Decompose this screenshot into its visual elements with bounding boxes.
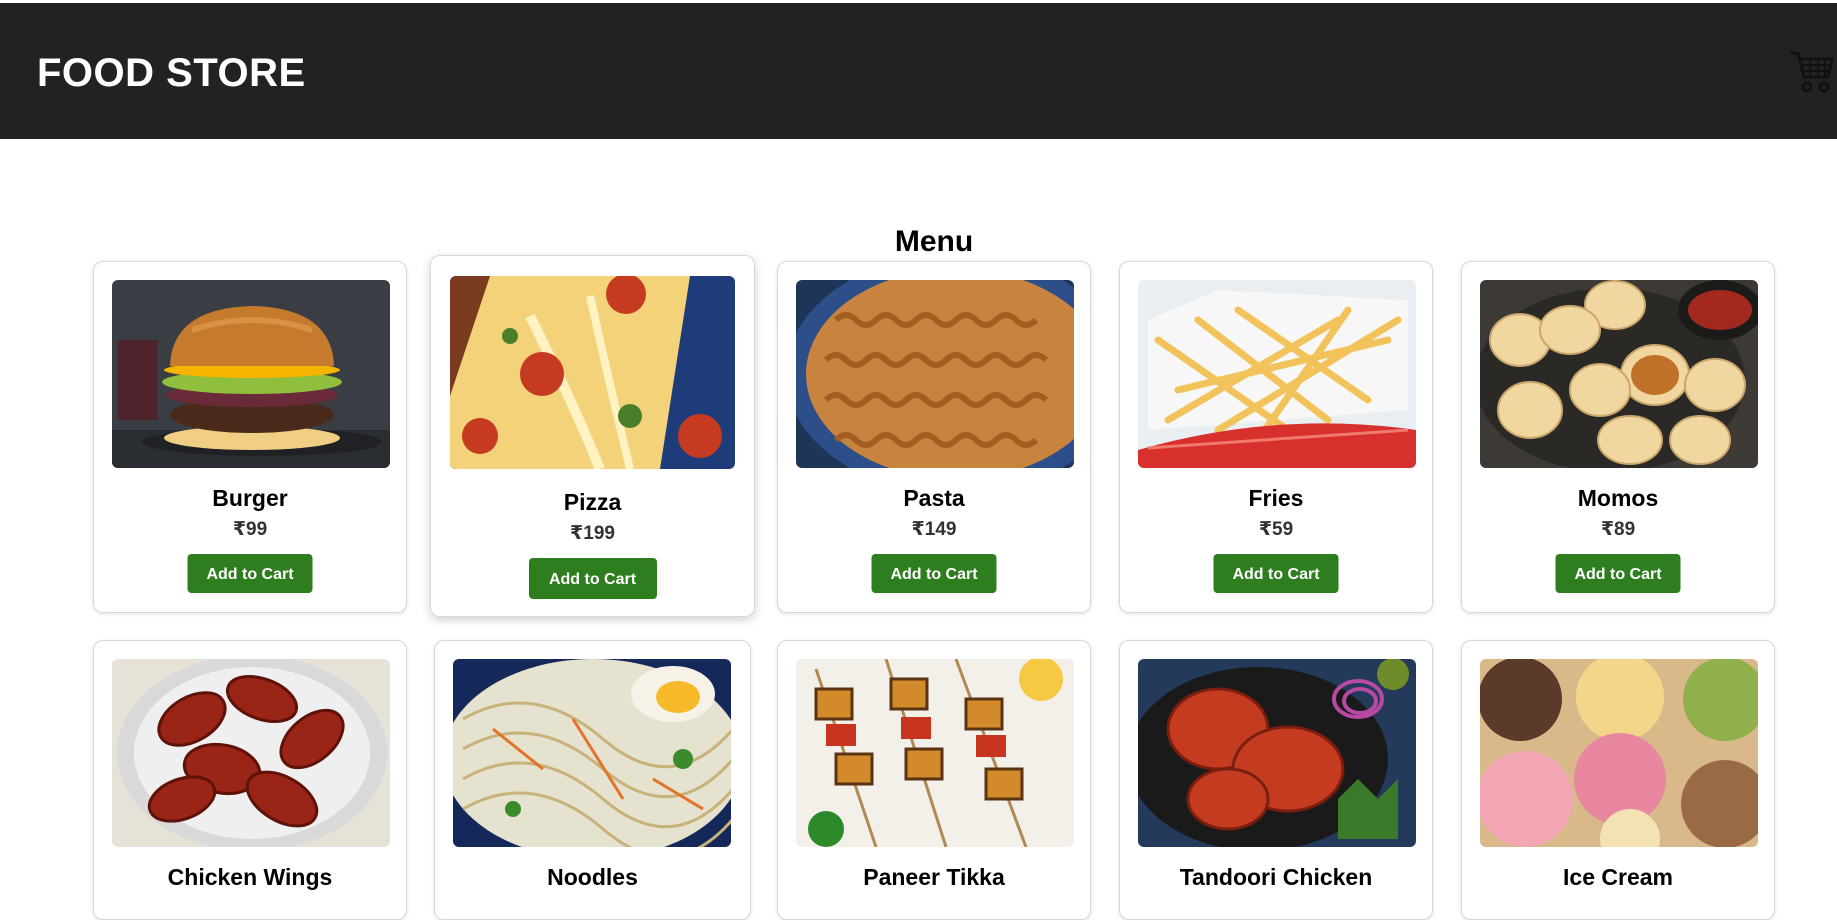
add-to-cart-button[interactable]: Add to Cart — [187, 554, 313, 593]
ice-cream-image — [1480, 659, 1758, 847]
brand-logo[interactable]: FOOD STORE — [37, 51, 306, 96]
product-name: Noodles — [547, 864, 638, 890]
shopping-cart-icon[interactable] — [1788, 45, 1834, 95]
product-card-tandoori-chicken: Tandoori Chicken — [1119, 640, 1433, 920]
product-name: Pasta — [903, 485, 965, 511]
product-name: Chicken Wings — [167, 864, 333, 890]
chicken-wings-image — [112, 659, 390, 847]
product-name: Pizza — [563, 489, 622, 515]
product-card-pizza: Pizza ₹199 Add to Cart — [430, 255, 755, 617]
product-name: Ice Cream — [1563, 864, 1673, 890]
pasta-image — [796, 280, 1074, 468]
tandoori-chicken-image — [1138, 659, 1416, 847]
add-to-cart-button[interactable]: Add to Cart — [1213, 554, 1339, 593]
pizza-image — [450, 276, 735, 469]
noodles-image — [453, 659, 731, 847]
product-card-burger: Burger ₹99 Add to Cart — [93, 261, 407, 613]
add-to-cart-button[interactable]: Add to Cart — [528, 558, 657, 599]
top-navbar: FOOD STORE — [0, 3, 1837, 139]
product-name: Fries — [1248, 485, 1304, 511]
product-card-paneer-tikka: Paneer Tikka — [777, 640, 1091, 920]
product-card-pasta: Pasta ₹149 Add to Cart — [777, 261, 1091, 613]
paneer-tikka-image — [796, 659, 1074, 847]
product-card-chicken-wings: Chicken Wings — [93, 640, 407, 920]
product-price: ₹149 — [911, 519, 957, 540]
product-card-noodles: Noodles — [434, 640, 751, 920]
momos-image — [1480, 280, 1758, 468]
product-card-fries: Fries ₹59 Add to Cart — [1119, 261, 1433, 613]
product-price: ₹99 — [232, 519, 268, 540]
add-to-cart-button[interactable]: Add to Cart — [1555, 554, 1681, 593]
menu-heading: Menu — [894, 224, 974, 258]
product-name: Momos — [1577, 485, 1659, 511]
product-card-ice-cream: Ice Cream — [1461, 640, 1775, 920]
product-name: Paneer Tikka — [863, 864, 1005, 890]
product-name: Tandoori Chicken — [1179, 864, 1373, 890]
product-name: Burger — [212, 485, 288, 511]
product-card-momos: Momos ₹89 Add to Cart — [1461, 261, 1775, 613]
product-price: ₹89 — [1600, 519, 1636, 540]
add-to-cart-button[interactable]: Add to Cart — [871, 554, 997, 593]
product-price: ₹199 — [570, 523, 615, 544]
burger-image — [112, 280, 390, 468]
product-price: ₹59 — [1258, 519, 1294, 540]
fries-image — [1138, 280, 1416, 468]
